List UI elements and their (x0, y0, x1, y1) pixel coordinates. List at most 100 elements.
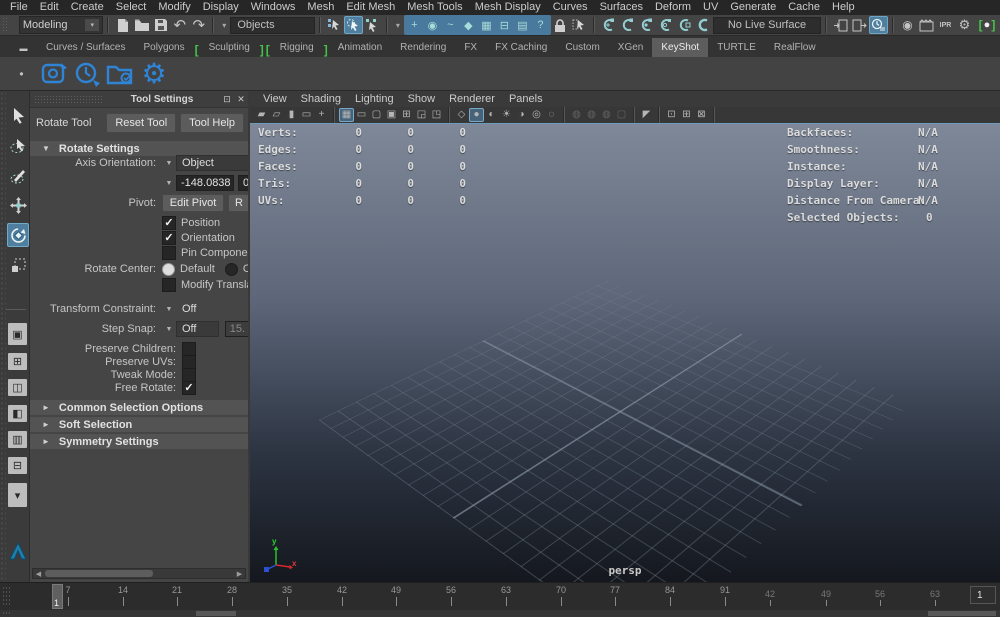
tool-help-button[interactable]: Tool Help (180, 113, 244, 133)
shelf-tab-xgen[interactable]: XGen (609, 38, 653, 57)
mask-handles-icon[interactable]: + (406, 16, 423, 34)
menu-surfaces[interactable]: Surfaces (594, 0, 649, 15)
save-scene-icon[interactable] (151, 16, 170, 34)
menu-create[interactable]: Create (65, 0, 110, 15)
layout-custom-button[interactable]: ▾ (8, 483, 27, 507)
keyshot-export-icon[interactable] (106, 59, 136, 89)
current-time-field[interactable]: 1 (970, 586, 996, 604)
shelf-tab-fx-caching[interactable]: FX Caching (486, 38, 556, 57)
field-chart-icon[interactable]: ⊞ (399, 108, 414, 122)
viewport-menu-shading[interactable]: Shading (294, 93, 348, 105)
panel-horizontal-scrollbar[interactable]: ◀ ▶ (32, 568, 246, 579)
scrollbar-thumb[interactable] (45, 570, 153, 577)
mask-surfaces-icon[interactable]: ◆ (460, 16, 477, 34)
menu-mesh-display[interactable]: Mesh Display (469, 0, 547, 15)
shelf-tab-animation[interactable]: Animation (329, 38, 391, 57)
viewport-menu-view[interactable]: View (256, 93, 294, 105)
menu-uv[interactable]: UV (697, 0, 724, 15)
pan-zoom-icon[interactable]: + (314, 108, 329, 122)
menu-display[interactable]: Display (197, 0, 245, 15)
mask-components-icon[interactable]: ⊟ (496, 16, 513, 34)
mask-curves-icon[interactable]: ~ (442, 16, 459, 34)
textured-display-icon[interactable]: ◐ (484, 108, 499, 122)
shelf-tab-curves-surfaces[interactable]: Curves / Surfaces (37, 38, 134, 57)
lasso-tool[interactable] (7, 133, 29, 157)
mask-points-icon[interactable]: ◉ (424, 16, 441, 34)
rotate-center-object-radio[interactable] (224, 262, 238, 276)
shaded-display-icon[interactable]: ● (469, 107, 484, 122)
render-settings-icon[interactable]: ⚙ (955, 16, 974, 34)
reset-pivot-button[interactable]: R (228, 194, 248, 212)
redo-icon[interactable]: ↷ (189, 16, 208, 34)
shelf-menu-icon[interactable]: • (12, 65, 31, 83)
shelf-tab-turtle[interactable]: TURTLE (708, 38, 765, 57)
mask-expand-icon[interactable]: ▾ (392, 16, 404, 34)
layout-four-pane-button[interactable]: ⊞ (8, 353, 27, 370)
panel-grip[interactable] (34, 95, 104, 103)
snap-projected-center-icon[interactable] (656, 16, 675, 34)
soft-selection-section[interactable]: ► Soft Selection (30, 417, 248, 432)
layout-single-pane-button[interactable]: ▣ (8, 323, 27, 345)
rotate-x-field[interactable]: -148.0838 (176, 175, 234, 191)
scroll-right-icon[interactable]: ▶ (234, 570, 245, 578)
shelf-tab-realflow[interactable]: RealFlow (765, 38, 825, 57)
menu-edit[interactable]: Edit (34, 0, 65, 15)
range-slider-grip[interactable] (2, 611, 12, 616)
menu-mesh[interactable]: Mesh (301, 0, 340, 15)
select-tool[interactable] (7, 103, 29, 127)
motion-blur-icon[interactable]: ◌ (544, 108, 559, 122)
menu-file[interactable]: File (4, 0, 34, 15)
reset-tool-button[interactable]: Reset Tool (106, 113, 177, 133)
rotate-center-default-radio[interactable] (162, 262, 175, 276)
selection-mode-expand-icon[interactable]: ▾ (218, 16, 230, 34)
chevron-down-icon[interactable]: ▼ (162, 180, 176, 187)
menu-modify[interactable]: Modify (152, 0, 196, 15)
shelf-tab-sculpting[interactable]: Sculpting (200, 38, 259, 57)
layout-outliner-persp-button[interactable]: ◧ (8, 405, 27, 422)
position-checkbox[interactable] (162, 216, 176, 230)
undo-icon[interactable]: ↶ (170, 16, 189, 34)
gate-mask-icon[interactable]: ▣ (384, 108, 399, 122)
pane-layout-custom-icon[interactable]: ⊠ (694, 108, 709, 122)
range-slider-field[interactable] (928, 611, 996, 616)
mask-meshes-icon[interactable]: ▦ (478, 16, 495, 34)
time-slider[interactable]: 1 7 14 21 28 35 42 49 56 63 70 77 84 91 … (0, 582, 1000, 610)
symmetry-settings-section[interactable]: ► Symmetry Settings (30, 434, 248, 449)
toolbox-grip[interactable] (0, 91, 6, 582)
modify-translation-checkbox[interactable] (162, 278, 176, 292)
ipr-render-icon[interactable]: IPR (936, 16, 955, 34)
viewport-menu-renderer[interactable]: Renderer (442, 93, 502, 105)
menu-set-selector[interactable]: Modeling ▾ (18, 16, 104, 34)
close-icon[interactable]: ✕ (234, 93, 248, 105)
render-current-frame-icon[interactable] (917, 16, 936, 34)
xray-icon[interactable]: ◍ (569, 108, 584, 122)
rotate-tool[interactable] (7, 223, 29, 247)
scale-tool[interactable] (7, 253, 29, 277)
pin-component-pivot-checkbox[interactable] (162, 246, 176, 260)
camera-attributes-icon[interactable]: ▱ (269, 108, 284, 122)
menu-mesh-tools[interactable]: Mesh Tools (401, 0, 468, 15)
open-character-controls-icon[interactable] (850, 16, 869, 34)
chevron-down-icon[interactable]: ▼ (162, 306, 176, 313)
objects-filter-field[interactable]: Objects (230, 16, 315, 34)
keyshot-render-icon[interactable] (40, 59, 70, 89)
common-selection-options-section[interactable]: ► Common Selection Options (30, 400, 248, 415)
select-camera-icon[interactable]: ▰ (254, 108, 269, 122)
plugin-render-button[interactable]: [ ● ] (974, 16, 1000, 34)
layout-split-pane-button[interactable]: ◫ (8, 379, 27, 396)
range-slider-handle[interactable] (196, 611, 236, 616)
xray-joints-icon[interactable]: ◍ (584, 108, 599, 122)
menu-curves[interactable]: Curves (547, 0, 594, 15)
select-component-icon[interactable] (363, 16, 382, 34)
range-slider[interactable] (0, 610, 1000, 617)
shelf-tab-rendering[interactable]: Rendering (391, 38, 455, 57)
wireframe-display-icon[interactable]: ◇ (454, 108, 469, 122)
menu-help[interactable]: Help (826, 0, 861, 15)
menu-deform[interactable]: Deform (649, 0, 697, 15)
rotate-settings-section[interactable]: ▼ Rotate Settings (30, 141, 248, 156)
menu-generate[interactable]: Generate (724, 0, 782, 15)
keyshot-update-icon[interactable] (73, 59, 103, 89)
select-hierarchy-icon[interactable] (325, 16, 344, 34)
shelf-tab-custom[interactable]: Custom (556, 38, 608, 57)
layout-hypershade-button[interactable]: ⊟ (8, 457, 27, 474)
